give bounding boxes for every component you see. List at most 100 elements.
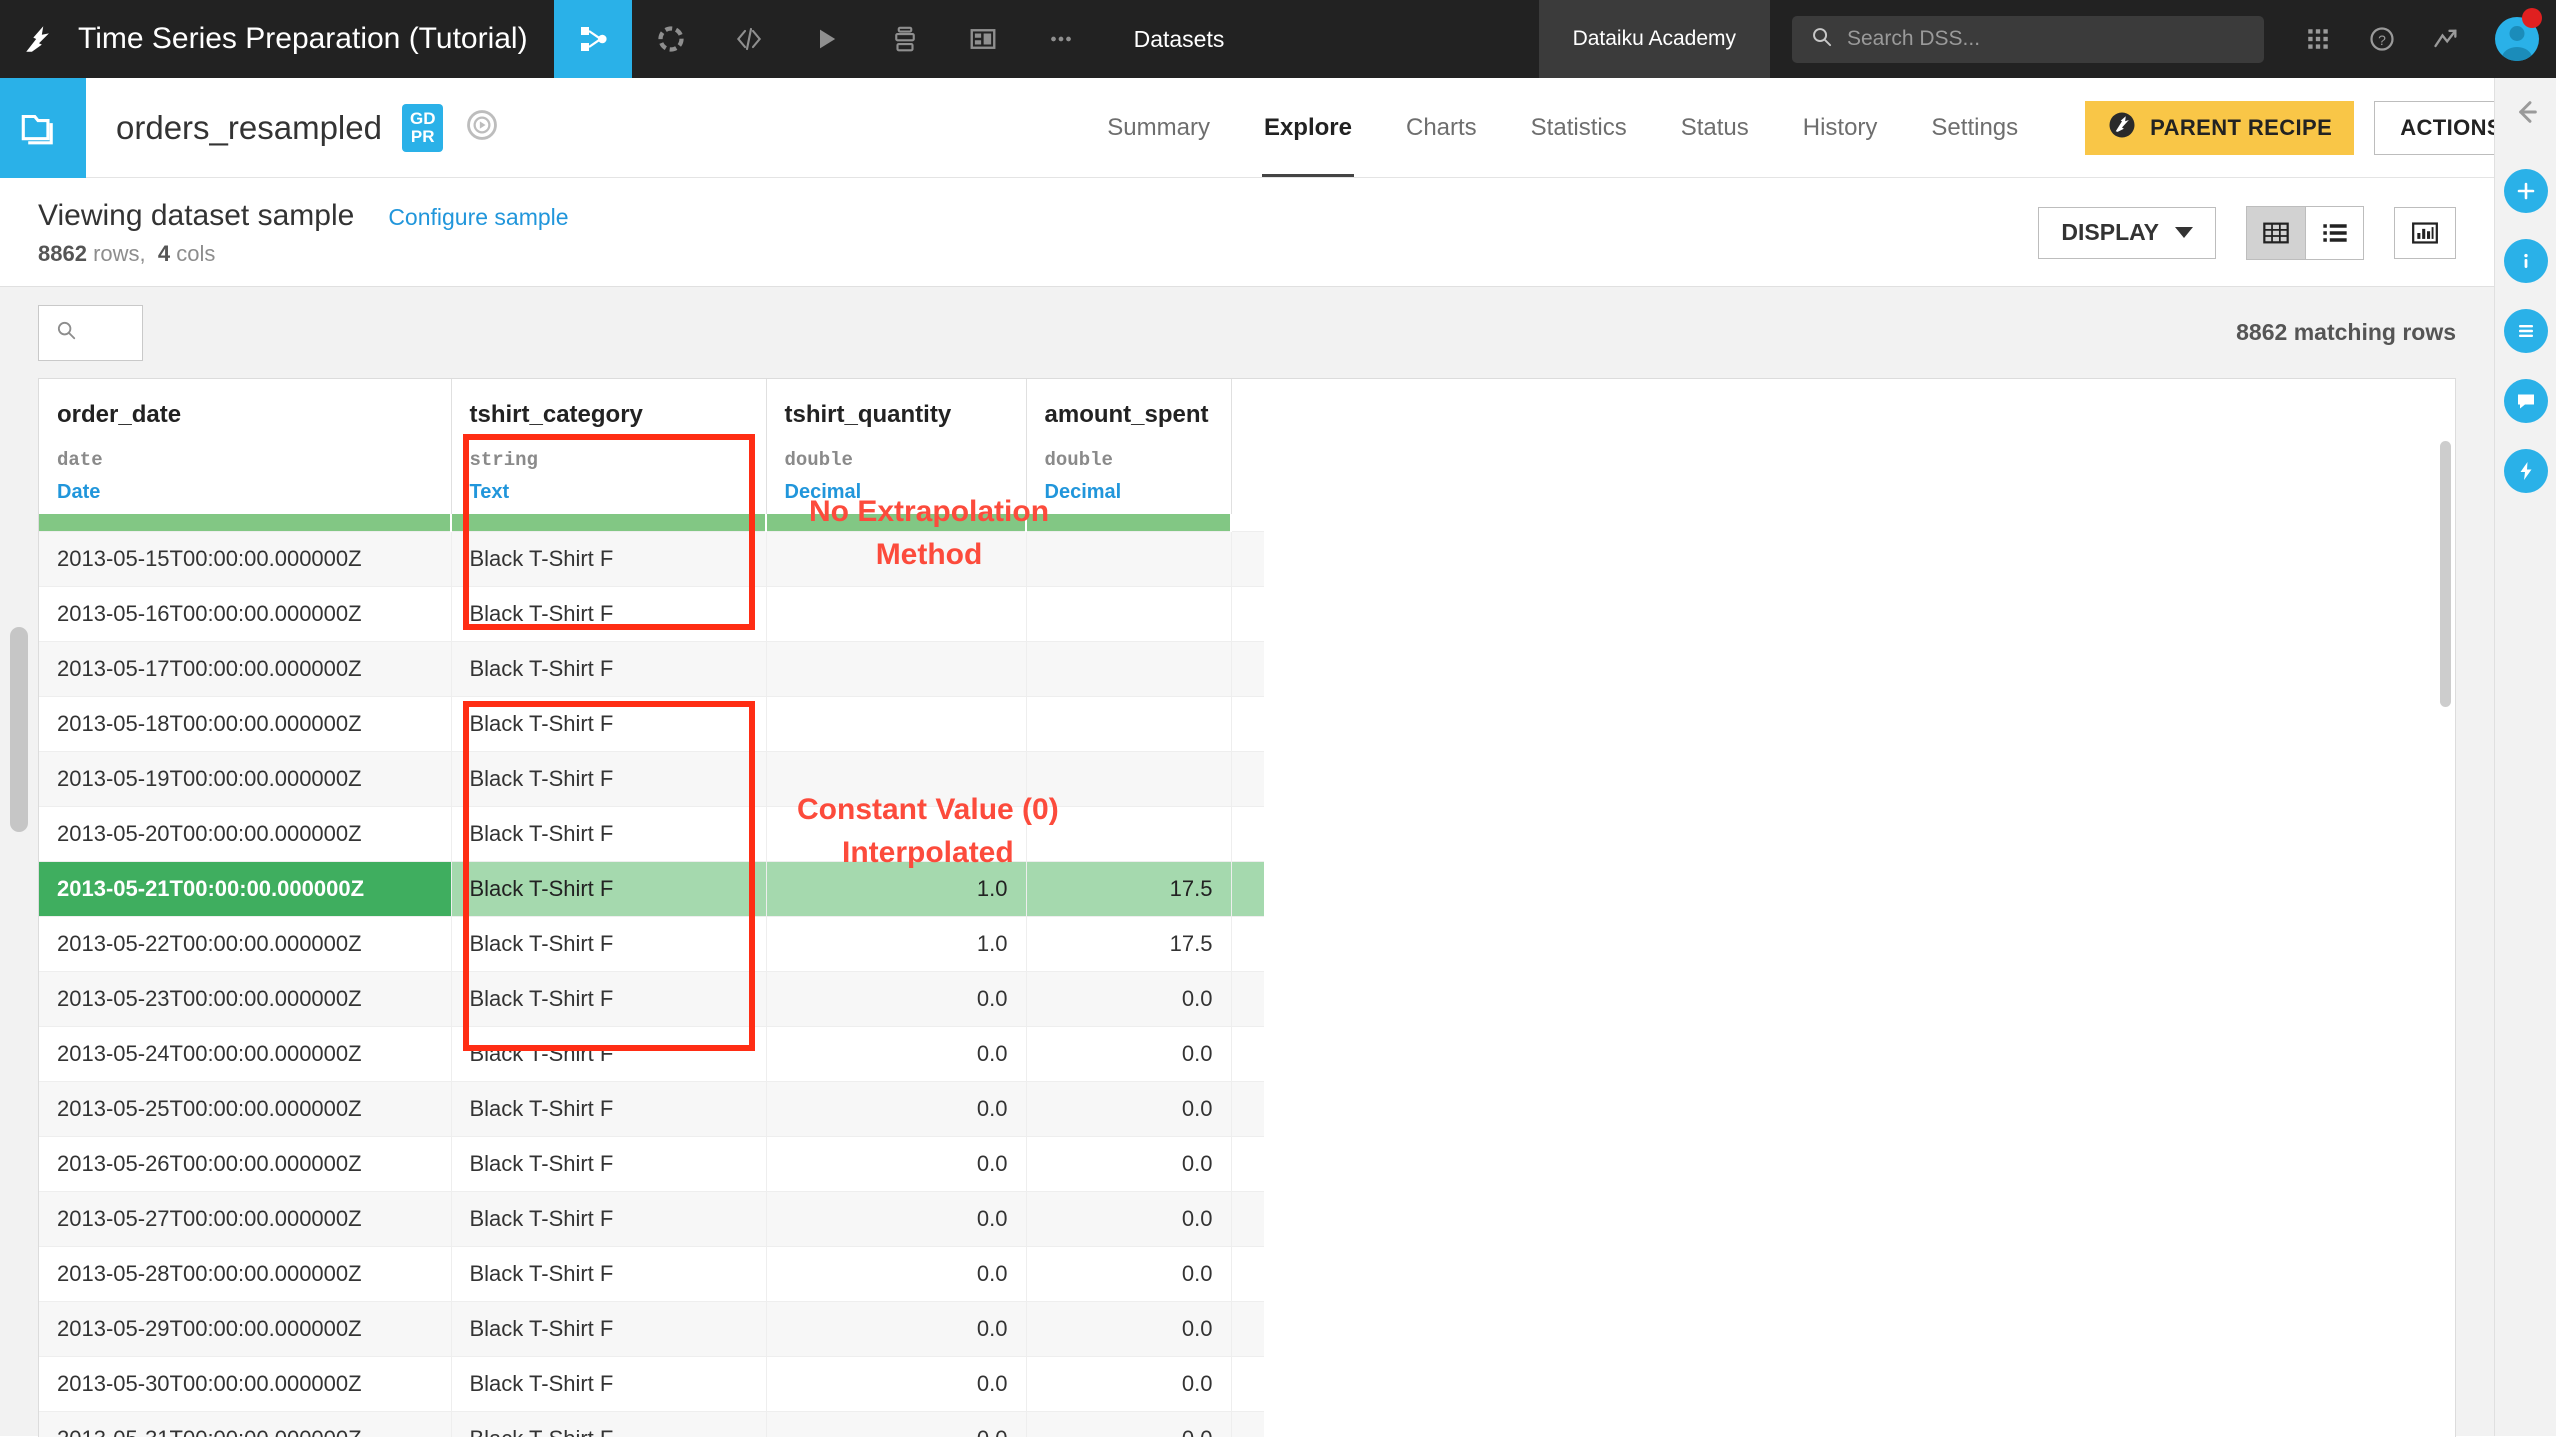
- trend-arrow-icon[interactable]: [2414, 0, 2478, 78]
- cell-amount-spent[interactable]: 0.0: [1026, 1025, 1232, 1081]
- discussions-icon[interactable]: [2503, 379, 2548, 423]
- cell-order-date[interactable]: 2013-05-23T00:00:00.000000Z: [39, 970, 452, 1026]
- cell-tshirt-category[interactable]: Black T-Shirt F: [451, 1300, 767, 1356]
- cell-amount-spent[interactable]: 0.0: [1026, 970, 1232, 1026]
- search-input[interactable]: Search DSS...: [1792, 15, 2264, 63]
- cell-tshirt-category[interactable]: Black T-Shirt F: [451, 970, 767, 1026]
- cell-tshirt-quantity[interactable]: 0.0: [766, 1300, 1027, 1356]
- details-icon[interactable]: [2503, 309, 2548, 353]
- cell-order-date[interactable]: 2013-05-29T00:00:00.000000Z: [39, 1300, 452, 1356]
- cell-tshirt-quantity[interactable]: 0.0: [766, 1190, 1027, 1246]
- cell-tshirt-category[interactable]: Black T-Shirt F: [451, 915, 767, 971]
- cell-order-date[interactable]: 2013-05-22T00:00:00.000000Z: [39, 915, 452, 971]
- cell-order-date[interactable]: 2013-05-26T00:00:00.000000Z: [39, 1135, 452, 1191]
- cell-tshirt-category[interactable]: Black T-Shirt F: [451, 1355, 767, 1411]
- table-row[interactable]: 2013-05-17T00:00:00.000000Z Black T-Shirt…: [39, 640, 1264, 696]
- collapse-left-arrow-icon[interactable]: [2510, 96, 2542, 135]
- cell-order-date[interactable]: 2013-05-28T00:00:00.000000Z: [39, 1245, 452, 1301]
- cell-tshirt-category[interactable]: Black T-Shirt F: [451, 1410, 767, 1437]
- tab-status[interactable]: Status: [1654, 79, 1776, 177]
- avatar[interactable]: [2478, 0, 2556, 78]
- add-icon[interactable]: [2503, 169, 2548, 213]
- cell-tshirt-quantity[interactable]: 0.0: [766, 1025, 1027, 1081]
- table-row[interactable]: 2013-05-25T00:00:00.000000Z Black T-Shirt…: [39, 1080, 1264, 1136]
- flow-icon[interactable]: [553, 0, 632, 78]
- tab-summary[interactable]: Summary: [1080, 79, 1237, 177]
- table-row[interactable]: 2013-05-18T00:00:00.000000Z Black T-Shirt…: [39, 695, 1264, 751]
- cell-amount-spent[interactable]: 17.5: [1026, 915, 1232, 971]
- column-meaning[interactable]: Decimal: [1045, 481, 1213, 504]
- cell-tshirt-quantity[interactable]: 0.0: [766, 1080, 1027, 1136]
- parent-recipe-button[interactable]: PARENT RECIPE: [2085, 100, 2355, 155]
- actions-lightning-icon[interactable]: [2503, 449, 2548, 493]
- dataset-table[interactable]: order_date date Date tshirt_category str…: [38, 378, 2456, 1437]
- list-view-icon[interactable]: [2305, 206, 2363, 259]
- display-dropdown-button[interactable]: DISPLAY: [2038, 206, 2216, 259]
- cell-tshirt-quantity[interactable]: [766, 695, 1027, 751]
- lab-icon[interactable]: [632, 0, 710, 78]
- column-meaning[interactable]: Date: [57, 481, 433, 504]
- table-row[interactable]: 2013-05-29T00:00:00.000000Z Black T-Shirt…: [39, 1300, 1264, 1356]
- tab-statistics[interactable]: Statistics: [1504, 79, 1654, 177]
- cell-order-date[interactable]: 2013-05-19T00:00:00.000000Z: [39, 750, 452, 806]
- table-row[interactable]: 2013-05-31T00:00:00.000000ZBlack T-Shirt…: [39, 1410, 1264, 1437]
- column-header-order-date[interactable]: order_date date Date: [39, 379, 452, 514]
- grid-apps-icon[interactable]: [2286, 0, 2350, 78]
- cell-amount-spent[interactable]: [1026, 640, 1232, 696]
- nav-datasets-link[interactable]: Datasets: [1100, 0, 1259, 78]
- automation-icon[interactable]: [866, 0, 944, 78]
- cell-tshirt-quantity[interactable]: 0.0: [766, 970, 1027, 1026]
- cell-order-date[interactable]: 2013-05-21T00:00:00.000000Z: [39, 860, 452, 916]
- table-row[interactable]: 2013-05-19T00:00:00.000000Z Black T-Shirt…: [39, 750, 1264, 806]
- cell-tshirt-category[interactable]: Black T-Shirt F: [451, 1025, 767, 1081]
- cell-tshirt-category[interactable]: Black T-Shirt F: [451, 695, 767, 751]
- column-header-tshirt-category[interactable]: tshirt_category string Text: [451, 379, 767, 514]
- table-search-input[interactable]: [38, 304, 143, 361]
- configure-sample-link[interactable]: Configure sample: [388, 204, 568, 231]
- cell-amount-spent[interactable]: 0.0: [1026, 1300, 1232, 1356]
- dataiku-academy-button[interactable]: Dataiku Academy: [1538, 0, 1770, 78]
- table-row[interactable]: 2013-05-15T00:00:00.000000Z Black T-Shirt…: [39, 530, 1264, 586]
- table-row[interactable]: 2013-05-30T00:00:00.000000Z Black T-Shirt…: [39, 1355, 1264, 1411]
- table-row[interactable]: 2013-05-28T00:00:00.000000Z Black T-Shirt…: [39, 1245, 1264, 1301]
- cell-amount-spent[interactable]: 0.0: [1026, 1080, 1232, 1136]
- cell-amount-spent[interactable]: [1026, 695, 1232, 751]
- cell-tshirt-category[interactable]: Black T-Shirt F: [451, 640, 767, 696]
- tab-settings[interactable]: Settings: [1904, 79, 2045, 177]
- cell-order-date[interactable]: 2013-05-20T00:00:00.000000Z: [39, 805, 452, 861]
- cell-amount-spent[interactable]: 0.0: [1026, 1410, 1232, 1437]
- dataiku-bird-logo[interactable]: [0, 0, 78, 78]
- column-header-amount-spent[interactable]: amount_spent double Decimal: [1026, 379, 1232, 514]
- cell-tshirt-category[interactable]: Black T-Shirt F: [451, 750, 767, 806]
- cell-tshirt-category[interactable]: Black T-Shirt F: [451, 1080, 767, 1136]
- table-row[interactable]: 2013-05-27T00:00:00.000000Z Black T-Shirt…: [39, 1190, 1264, 1246]
- table-vertical-scrollbar[interactable]: [2440, 441, 2451, 707]
- cell-tshirt-quantity[interactable]: 1.0: [766, 915, 1027, 971]
- info-icon[interactable]: [2503, 239, 2548, 283]
- cell-order-date[interactable]: 2013-05-17T00:00:00.000000Z: [39, 640, 452, 696]
- cell-tshirt-category[interactable]: Black T-Shirt F: [451, 1190, 767, 1246]
- cell-order-date[interactable]: 2013-05-31T00:00:00.000000Z: [39, 1410, 452, 1437]
- cell-amount-spent[interactable]: 0.0: [1026, 1355, 1232, 1411]
- cell-amount-spent[interactable]: [1026, 585, 1232, 641]
- tab-charts[interactable]: Charts: [1379, 79, 1504, 177]
- table-row[interactable]: 2013-05-16T00:00:00.000000Z Black T-Shirt…: [39, 585, 1264, 641]
- table-row[interactable]: 2013-05-21T00:00:00.000000Z Black T-Shirt…: [39, 860, 1264, 916]
- cell-order-date[interactable]: 2013-05-15T00:00:00.000000Z: [39, 530, 452, 586]
- cell-amount-spent[interactable]: 0.0: [1026, 1190, 1232, 1246]
- cell-order-date[interactable]: 2013-05-24T00:00:00.000000Z: [39, 1025, 452, 1081]
- code-icon[interactable]: [710, 0, 788, 78]
- cell-tshirt-quantity[interactable]: 0.0: [766, 1355, 1027, 1411]
- cell-order-date[interactable]: 2013-05-27T00:00:00.000000Z: [39, 1190, 452, 1246]
- table-row[interactable]: 2013-05-26T00:00:00.000000Z Black T-Shirt…: [39, 1135, 1264, 1191]
- cell-tshirt-category[interactable]: Black T-Shirt F: [451, 860, 767, 916]
- cell-tshirt-category[interactable]: Black T-Shirt F: [451, 1245, 767, 1301]
- cell-tshirt-quantity[interactable]: [766, 585, 1027, 641]
- table-row[interactable]: 2013-05-24T00:00:00.000000Z Black T-Shirt…: [39, 1025, 1264, 1081]
- cell-order-date[interactable]: 2013-05-18T00:00:00.000000Z: [39, 695, 452, 751]
- page-vertical-scrollbar[interactable]: [10, 627, 28, 832]
- bar-chart-icon[interactable]: [2394, 206, 2456, 259]
- cell-tshirt-category[interactable]: Black T-Shirt F: [451, 530, 767, 586]
- more-ellipsis-icon[interactable]: [1022, 0, 1100, 78]
- cell-tshirt-quantity[interactable]: [766, 640, 1027, 696]
